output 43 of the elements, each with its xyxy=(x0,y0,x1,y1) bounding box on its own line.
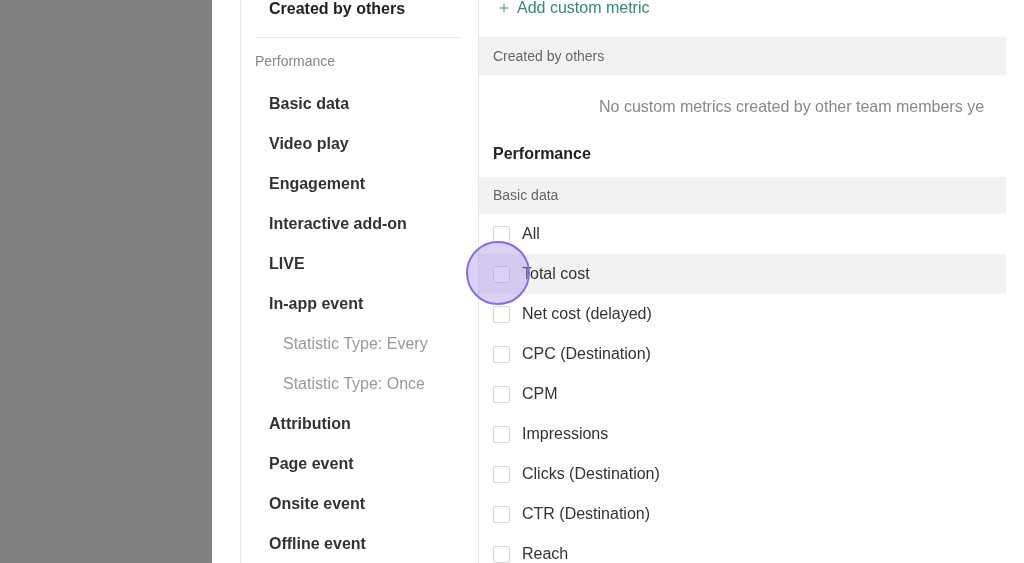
metric-label: CPC (Destination) xyxy=(522,344,651,364)
section-label: Performance xyxy=(255,51,336,71)
section-title: Performance xyxy=(493,144,591,164)
metric-row[interactable]: Reach xyxy=(479,534,1006,563)
sidebar-item[interactable]: Offline event xyxy=(269,532,366,556)
metric-label: Clicks (Destination) xyxy=(522,464,660,484)
metric-label: Reach xyxy=(522,544,569,563)
empty-message: No custom metrics created by other team members ye xyxy=(599,97,985,117)
metric-row[interactable]: CPM xyxy=(479,374,1006,414)
sidebar-item[interactable]: Created by others xyxy=(269,0,406,18)
group-header: Basic data xyxy=(479,177,1006,214)
sidebar-item[interactable]: In-app event xyxy=(269,292,364,316)
checkbox[interactable] xyxy=(493,425,510,443)
sidebar-item[interactable]: Page event xyxy=(269,452,354,476)
checkbox[interactable] xyxy=(493,465,510,483)
metric-label: CTR (Destination) xyxy=(522,504,651,524)
metric-label: Impressions xyxy=(522,424,609,444)
metric-row[interactable]: Clicks (Destination) xyxy=(479,454,1006,494)
checkbox[interactable] xyxy=(493,265,510,283)
checkbox[interactable] xyxy=(493,545,510,563)
sidebar-item[interactable]: Interactive add-on xyxy=(269,212,407,236)
checkbox[interactable] xyxy=(493,385,510,403)
sidebar-item[interactable]: Onsite event xyxy=(269,492,366,516)
metric-label: All xyxy=(522,224,540,244)
sidebar-item[interactable]: LIVE xyxy=(269,252,305,276)
metric-row[interactable]: Net cost (delayed) xyxy=(479,294,1006,334)
metric-row[interactable]: CPC (Destination) xyxy=(479,334,1006,374)
metric-row[interactable]: All xyxy=(479,214,1006,254)
group-header: Created by others xyxy=(479,37,1006,75)
metric-row[interactable]: CTR (Destination) xyxy=(479,494,1006,534)
checkbox[interactable] xyxy=(493,225,510,243)
checkbox[interactable] xyxy=(493,305,510,323)
sidebar-item[interactable]: Attribution xyxy=(269,412,351,436)
checkbox[interactable] xyxy=(493,345,510,363)
plus-icon xyxy=(497,1,511,15)
metric-label: Net cost (delayed) xyxy=(522,304,652,324)
metric-row[interactable]: Impressions xyxy=(479,414,1006,454)
add-metric-link[interactable]: Add custom metric xyxy=(497,0,650,18)
sidebar-item[interactable]: Basic data xyxy=(269,92,350,116)
checkbox[interactable] xyxy=(493,505,510,523)
sidebar-item[interactable]: Engagement xyxy=(269,172,365,196)
sidebar-item[interactable]: Video play xyxy=(269,132,349,156)
metric-label: CPM xyxy=(522,384,558,404)
